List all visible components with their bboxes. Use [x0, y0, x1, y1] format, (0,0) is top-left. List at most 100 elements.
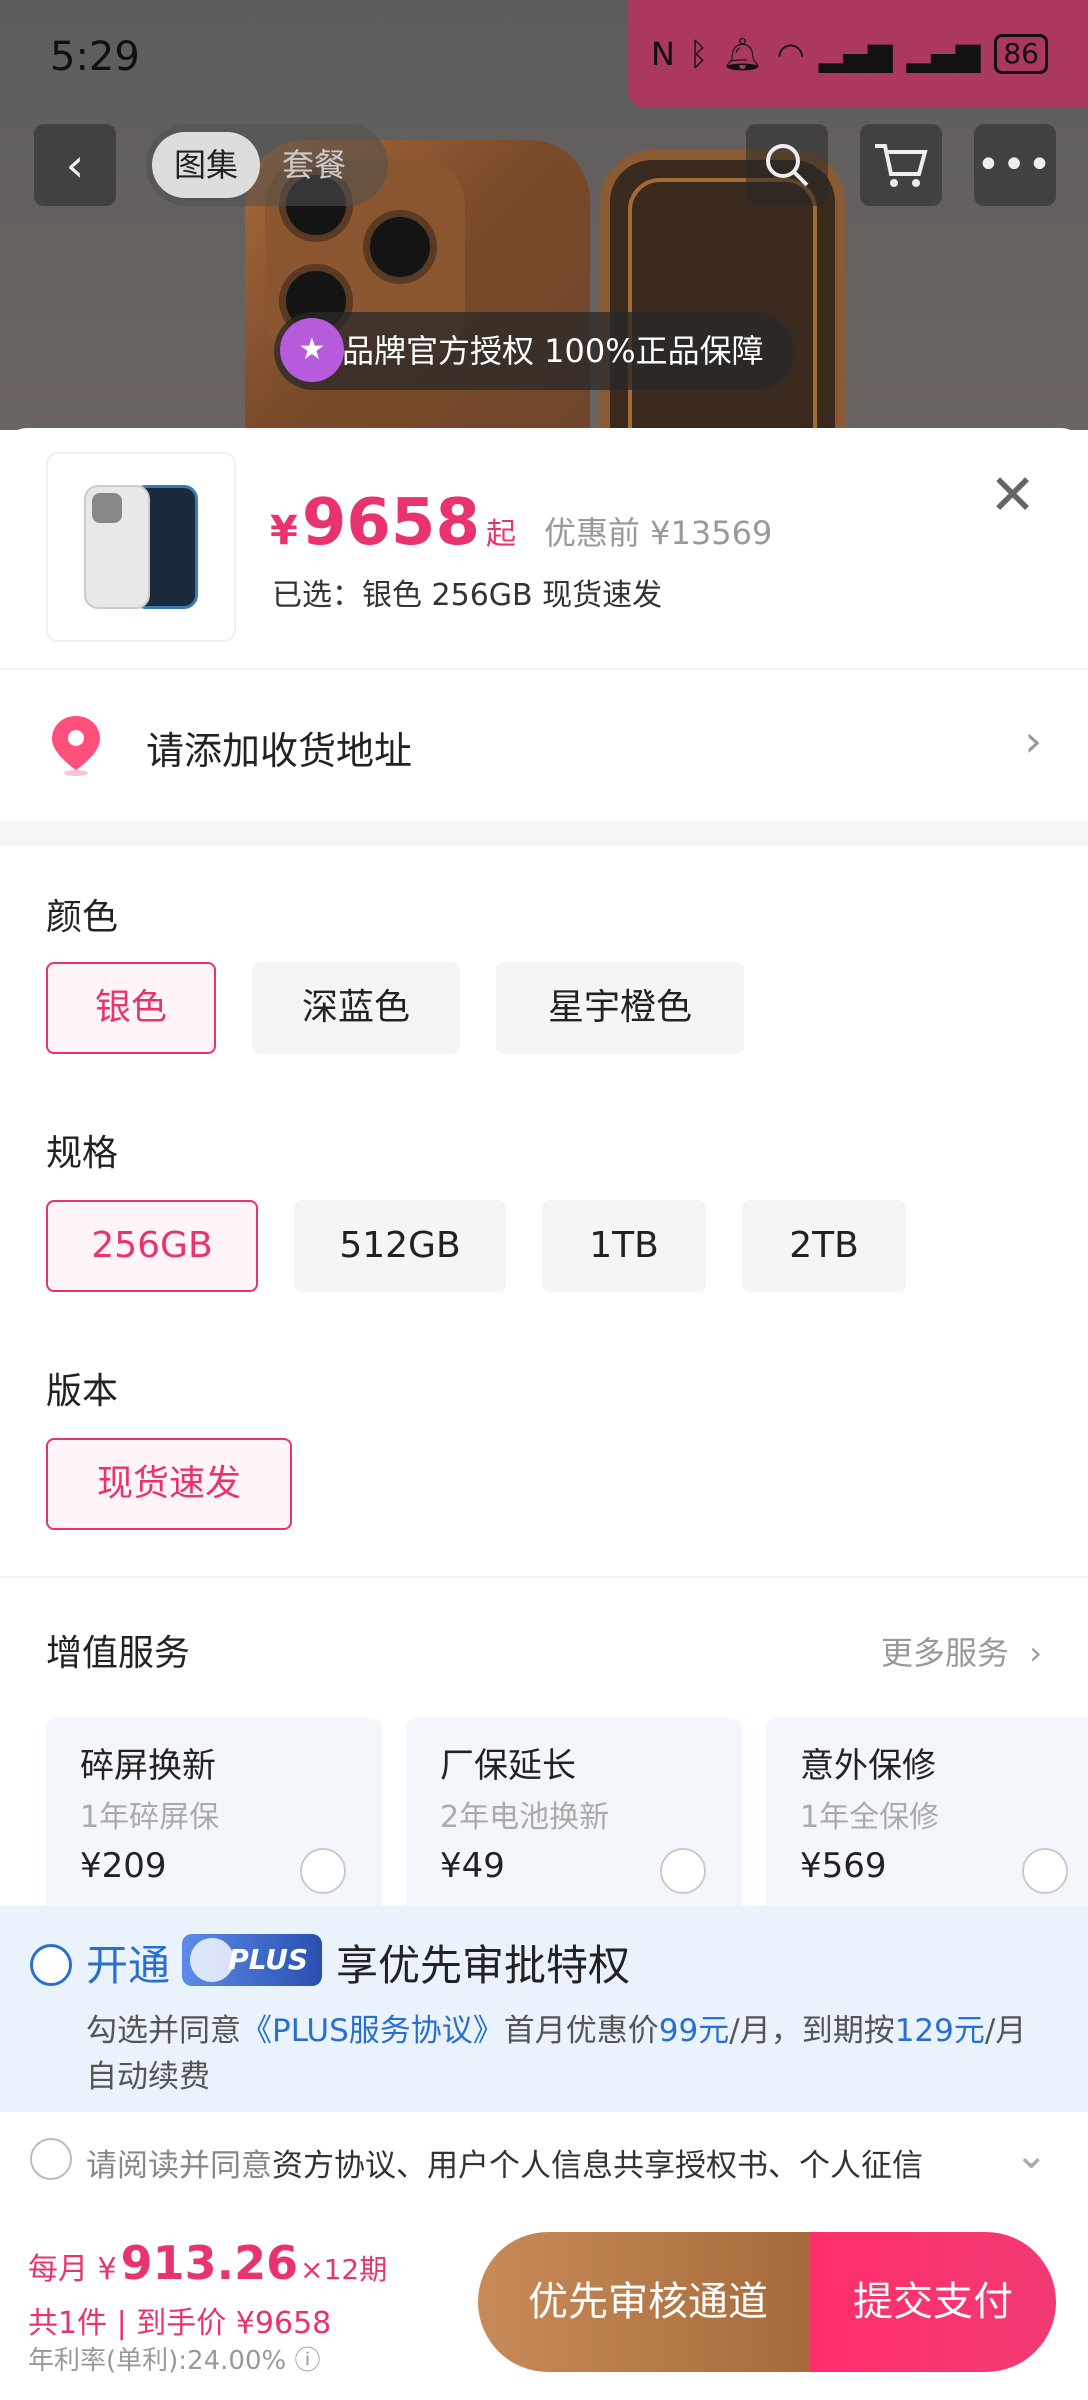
- price-suffix: 起: [485, 517, 516, 552]
- service-price: ¥569: [800, 1846, 887, 1886]
- service-card-accident-repair[interactable]: 意外保修 1年全保修 ¥569: [766, 1718, 1088, 1918]
- service-title: 厂保延长: [440, 1746, 576, 1786]
- spec-option-1tb[interactable]: 1TB: [542, 1200, 706, 1292]
- plus-badge: PLUS: [182, 1934, 322, 1986]
- plus-headline: 享优先审批特权: [336, 1941, 631, 1990]
- plus-radio[interactable]: [30, 1944, 72, 1986]
- spec-section-title: 规格: [46, 1133, 119, 1174]
- back-button[interactable]: ‹: [34, 124, 116, 206]
- search-button[interactable]: [746, 124, 828, 206]
- plus-membership-band: 开通 PLUS 享优先审批特权 勾选并同意《PLUS服务协议》首月优惠价99元/…: [0, 1906, 1088, 2112]
- bell-icon: 🔔︎: [722, 35, 763, 73]
- version-option-in-stock[interactable]: 现货速发: [46, 1438, 292, 1530]
- tab-bundle[interactable]: 套餐: [260, 132, 368, 198]
- order-summary: 共1件 | 到手价 ¥9658: [28, 2306, 332, 2341]
- chevron-down-icon[interactable]: ⌄: [1014, 2132, 1048, 2178]
- divider: [0, 668, 1088, 670]
- address-label: 请添加收货地址: [146, 729, 413, 773]
- plus-open-label: 开通: [86, 1941, 171, 1990]
- service-subtitle: 1年全保修: [800, 1800, 940, 1835]
- service-price: ¥209: [80, 1846, 167, 1886]
- chevron-right-icon: ›: [1024, 716, 1042, 767]
- plus-description: 勾选并同意《PLUS服务协议》首月优惠价99元/月，到期按129元/月自动续费: [86, 2008, 1046, 2100]
- battery-indicator: 86: [994, 34, 1048, 74]
- color-section-title: 颜色: [46, 897, 119, 938]
- bluetooth-icon: ᛒ: [688, 35, 709, 73]
- service-subtitle: 1年碎屏保: [80, 1800, 220, 1835]
- version-section-title: 版本: [46, 1371, 119, 1412]
- close-button[interactable]: ✕: [989, 468, 1036, 524]
- agreement-row: 请阅读并同意资方协议、用户个人信息共享授权书、个人征信 ⌄: [0, 2112, 1088, 2208]
- spec-option-256gb[interactable]: 256GB: [46, 1200, 258, 1292]
- spec-option-512gb[interactable]: 512GB: [294, 1200, 506, 1292]
- submit-payment-button[interactable]: 提交支付: [810, 2232, 1056, 2372]
- annual-rate: 年利率(单利):24.00% ⓘ: [28, 2340, 320, 2377]
- more-dots-icon: •••: [976, 142, 1054, 188]
- agreement-radio[interactable]: [30, 2138, 72, 2180]
- monthly-amount: 913.26: [120, 2236, 299, 2290]
- agreement-text: 请阅读并同意资方协议、用户个人信息共享授权书、个人征信: [86, 2140, 923, 2185]
- selected-summary: 已选：银色 256GB 现货速发: [272, 578, 663, 613]
- address-row[interactable]: 请添加收货地址 ›: [0, 672, 1088, 822]
- agreement-docs-link[interactable]: 资方协议、用户个人信息共享授权书、个人征信: [272, 2148, 923, 2184]
- service-card-warranty-extend[interactable]: 厂保延长 2年电池换新 ¥49: [406, 1718, 742, 1918]
- wifi-icon: ◠: [776, 35, 805, 73]
- plus-desc-text: 首月优惠价: [503, 2013, 659, 2049]
- camera-lens: [363, 210, 437, 284]
- chevron-left-icon: ‹: [65, 138, 85, 192]
- service-checkbox[interactable]: [300, 1848, 346, 1894]
- service-price: ¥49: [440, 1846, 505, 1886]
- signal-icon: ▂▄▆: [906, 35, 981, 73]
- info-icon[interactable]: ⓘ: [294, 2346, 320, 2376]
- plus-renew-price: 129元: [894, 2013, 985, 2049]
- chevron-right-icon: ›: [1029, 1634, 1042, 1672]
- section-separator: [0, 822, 1088, 846]
- status-icons: N ᛒ 🔔︎ ◠ ▂▄▆ ▂▄▆ 86: [651, 34, 1048, 74]
- cart-button[interactable]: [860, 124, 942, 206]
- tab-gallery[interactable]: 图集: [152, 132, 261, 198]
- checkout-bar: 每月 ¥ 913.26 ×12期 共1件 | 到手价 ¥9658 年利率(单利)…: [0, 2228, 1088, 2390]
- product-thumbnail[interactable]: [46, 452, 236, 642]
- more-services-link[interactable]: 更多服务 ›: [881, 1628, 1042, 1674]
- service-subtitle: 2年电池换新: [440, 1800, 610, 1835]
- status-time: 5:29: [50, 34, 140, 80]
- price-row: ¥ 9658 起 优惠前 ¥13569: [270, 486, 772, 560]
- brand-authorization-badge: ★ 品牌官方授权 100%正品保障: [274, 312, 794, 390]
- annual-rate-text: 年利率(单利):24.00%: [28, 2346, 287, 2376]
- price-currency: ¥: [270, 508, 298, 554]
- signal-icon: ▂▄▆: [818, 35, 893, 73]
- service-checkbox[interactable]: [1022, 1848, 1068, 1894]
- color-option-silver[interactable]: 银色: [46, 962, 216, 1054]
- close-icon: ✕: [989, 463, 1036, 528]
- plus-agreement-link[interactable]: 《PLUS服务协议》: [241, 2013, 504, 2049]
- plus-desc-text: /月，到期按: [729, 2013, 895, 2049]
- monthly-label: 每月 ¥: [28, 2252, 117, 2287]
- installment-periods: ×12期: [300, 2253, 388, 2286]
- brand-badge-text: 品牌官方授权 100%正品保障: [342, 332, 764, 370]
- gallery-tabs: 图集 套餐: [146, 124, 388, 206]
- more-services-label: 更多服务: [881, 1634, 1010, 1672]
- shield-icon: ★: [280, 318, 344, 382]
- color-option-orange[interactable]: 星宇橙色: [496, 962, 744, 1054]
- agreement-prefix: 请阅读并同意: [86, 2148, 272, 2184]
- nfc-icon: N: [651, 35, 675, 73]
- service-checkbox[interactable]: [660, 1848, 706, 1894]
- original-price: 优惠前 ¥13569: [543, 514, 773, 552]
- plus-badge-text: PLUS: [228, 1943, 308, 1976]
- services-section-title: 增值服务: [46, 1633, 191, 1674]
- search-icon: [766, 144, 809, 187]
- spec-option-2tb[interactable]: 2TB: [742, 1200, 906, 1292]
- more-button[interactable]: •••: [974, 124, 1056, 206]
- service-card-screen-replace[interactable]: 碎屏换新 1年碎屏保 ¥209: [46, 1718, 382, 1918]
- plus-first-month-price: 99元: [658, 2013, 730, 2049]
- color-option-deep-blue[interactable]: 深蓝色: [252, 962, 460, 1054]
- service-title: 碎屏换新: [80, 1746, 216, 1786]
- divider: [0, 1576, 1088, 1578]
- monthly-payment: 每月 ¥ 913.26 ×12期: [28, 2236, 387, 2290]
- priority-review-button[interactable]: 优先审核通道: [478, 2232, 818, 2372]
- cart-icon: [875, 144, 928, 187]
- service-title: 意外保修: [800, 1746, 936, 1786]
- current-price: 9658: [301, 486, 480, 560]
- status-bar: 5:29 N ᛒ 🔔︎ ◠ ▂▄▆ ▂▄▆ 86: [0, 0, 1088, 110]
- plus-desc-prefix: 勾选并同意: [86, 2013, 241, 2049]
